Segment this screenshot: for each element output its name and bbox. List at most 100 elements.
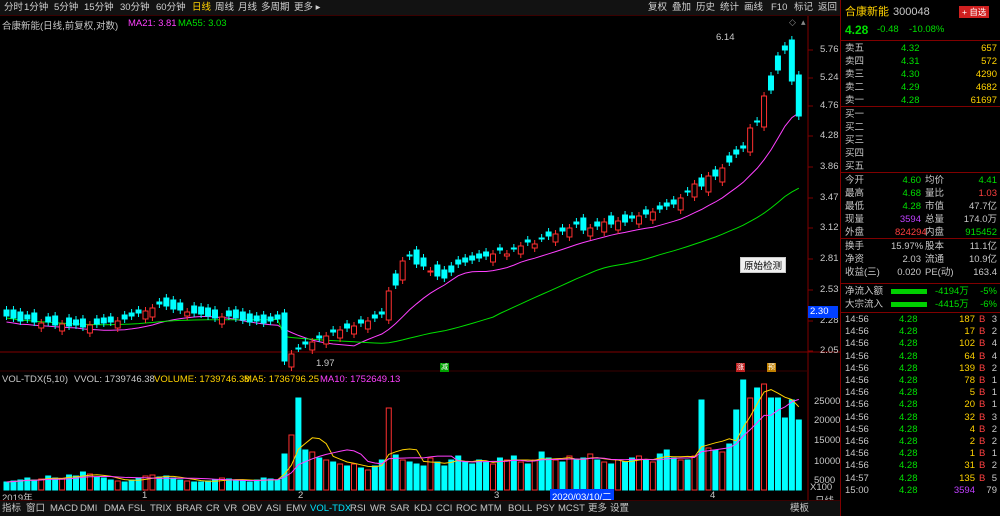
tab-1min[interactable]: 1分钟 — [22, 1, 50, 15]
signal-mark-jian[interactable]: 减 — [440, 363, 449, 372]
tick-time: 14:56 — [845, 314, 869, 325]
ask-row[interactable]: 卖三 4.30 4290 — [841, 68, 1000, 81]
indicator-tab-7[interactable]: BRAR — [176, 502, 202, 516]
volume-bar — [364, 469, 371, 491]
tab-5min[interactable]: 5分钟 — [52, 1, 80, 15]
tab-daily[interactable]: 日线 — [190, 1, 213, 15]
bid-row[interactable]: 买一 — [841, 108, 1000, 121]
volume-bar — [121, 481, 128, 491]
indicator-tab-22[interactable]: PSY — [536, 502, 555, 516]
volume-bar — [323, 459, 330, 491]
indicator-tab-12[interactable]: EMV — [286, 502, 307, 516]
indicator-tab-5[interactable]: FSL — [128, 502, 145, 516]
candle-body — [302, 341, 309, 345]
flow-label: 大宗流入 — [845, 299, 884, 310]
candle-body — [698, 177, 705, 187]
volume-indicator-name[interactable]: VOL-TDX(5,10) — [2, 374, 68, 385]
stat-value: 4.60 — [902, 175, 922, 186]
volume-bar — [3, 481, 10, 491]
ask-row[interactable]: 卖四 4.31 572 — [841, 55, 1000, 68]
tab-more[interactable]: 更多 ▸ — [292, 1, 322, 15]
tick-volume: 187 — [959, 314, 975, 325]
signal-mark-zhang[interactable]: 涨 — [736, 363, 745, 372]
price-axis-label: 4.28 — [820, 130, 839, 141]
indicator-tab-23[interactable]: MCST — [558, 502, 585, 516]
indicator-tab-18[interactable]: CCI — [436, 502, 452, 516]
candle-body — [788, 39, 795, 82]
indicator-tab-9[interactable]: VR — [224, 502, 237, 516]
tick-volume: 20 — [964, 399, 975, 411]
candle-body — [455, 259, 462, 265]
indicator-tab-16[interactable]: SAR — [390, 502, 410, 516]
tick-count: 4 — [991, 338, 997, 350]
indicator-tab-20[interactable]: MTM — [480, 502, 502, 516]
candle-body — [580, 217, 587, 231]
history-button[interactable]: 历史 — [696, 1, 715, 15]
back-button[interactable]: 返回 — [818, 1, 837, 15]
tick-time: 14:56 — [845, 460, 869, 472]
volume-bar — [510, 455, 517, 491]
volume-bar — [128, 479, 135, 491]
candle-body — [615, 220, 622, 231]
candle-body — [52, 315, 59, 326]
fundamental-label: PE(动) — [925, 267, 954, 278]
bid-row[interactable]: 买二 — [841, 121, 1000, 134]
indicator-tab-17[interactable]: KDJ — [414, 502, 432, 516]
indicator-tab-1[interactable]: 窗口 — [26, 502, 45, 516]
volume-axis-label: 20000 — [814, 415, 841, 426]
tab-multi-period[interactable]: 多周期 — [259, 1, 292, 15]
indicator-tab-4[interactable]: DMA — [104, 502, 125, 516]
candle-body — [705, 175, 712, 193]
flow-pct: -5% — [980, 286, 997, 297]
indicator-tab-19[interactable]: ROC — [456, 502, 477, 516]
add-watchlist-button[interactable]: + 自选 — [959, 6, 990, 18]
indicator-tab-3[interactable]: DMI — [80, 502, 97, 516]
tick-time: 14:56 — [845, 411, 869, 423]
indicator-tab-15[interactable]: WR — [370, 502, 386, 516]
vol-ma10-legend: MA10: 1752649.13 — [320, 374, 401, 385]
tab-15min[interactable]: 15分钟 — [82, 1, 116, 15]
indicator-tab-25[interactable]: 设置 — [610, 502, 629, 516]
candle-body — [740, 145, 747, 149]
stat-row: 今开 4.60 均价 4.41 — [841, 174, 1000, 187]
candle-body — [399, 260, 406, 281]
indicator-tab-13[interactable]: VOL-TDX — [310, 502, 351, 516]
tab-monthly[interactable]: 月线 — [236, 1, 259, 15]
indicator-tab-21[interactable]: BOLL — [508, 502, 532, 516]
indicator-tab-6[interactable]: TRIX — [150, 502, 172, 516]
f10-button[interactable]: F10 — [771, 1, 787, 15]
fundamental-row: 收益(三) 0.020 PE(动) 163.4 — [841, 266, 1000, 279]
tick-count: 2 — [991, 423, 997, 435]
volume-axis-label: 10000 — [814, 456, 841, 467]
indicator-tab-10[interactable]: OBV — [242, 502, 262, 516]
stats-button[interactable]: 统计 — [720, 1, 739, 15]
template-button[interactable]: 模板 — [790, 502, 809, 516]
tab-60min[interactable]: 60分钟 — [154, 1, 188, 15]
indicator-tab-24[interactable]: 更多 — [588, 502, 607, 516]
volume-bar — [635, 455, 642, 491]
candle-body — [66, 317, 73, 327]
candle-body — [93, 318, 100, 325]
signal-mark-yu[interactable]: 预 — [767, 363, 776, 372]
kline-chart-area[interactable]: ◇ ▴ 合康新能(日线,前复权,对数) MA21: 3.81 MA55: 3.0… — [0, 16, 841, 507]
indicator-tab-11[interactable]: ASI — [266, 502, 281, 516]
fuquan-button[interactable]: 复权 — [648, 1, 667, 15]
tick-side: B — [979, 472, 986, 484]
indicator-tab-0[interactable]: 指标 — [2, 502, 21, 516]
bid-row[interactable]: 买四 — [841, 147, 1000, 160]
draw-line-button[interactable]: 画线 — [744, 1, 763, 15]
overlay-button[interactable]: 叠加 — [672, 1, 691, 15]
indicator-tab-14[interactable]: RSI — [350, 502, 366, 516]
volume-bar — [107, 479, 114, 491]
indicator-tab-2[interactable]: MACD — [50, 502, 78, 516]
ask-row[interactable]: 卖五 4.32 657 — [841, 42, 1000, 55]
ask-row[interactable]: 卖二 4.29 4682 — [841, 81, 1000, 94]
bid-row[interactable]: 买三 — [841, 134, 1000, 147]
volume-bar — [232, 479, 239, 491]
vvol-legend: VVOL: 1739746.38 — [74, 374, 155, 385]
tab-30min[interactable]: 30分钟 — [118, 1, 152, 15]
tab-weekly[interactable]: 周线 — [213, 1, 236, 15]
mark-button[interactable]: 标记 — [794, 1, 813, 15]
indicator-tab-8[interactable]: CR — [206, 502, 220, 516]
tick-price: 4.28 — [899, 472, 918, 484]
